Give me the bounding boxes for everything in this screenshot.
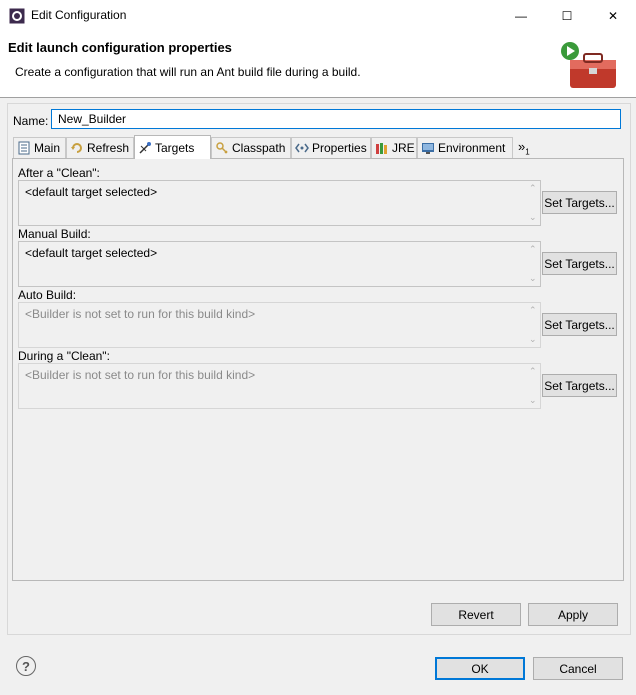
name-input[interactable] (51, 109, 621, 129)
chevron-down-icon: ⌄ (529, 334, 537, 344)
chevron-down-icon: ⌄ (529, 273, 537, 283)
auto-build-targets-value: <Builder is not set to run for this buil… (25, 307, 256, 321)
manual-build-targets-value: <default target selected> (25, 246, 158, 260)
close-window-button[interactable]: ✕ (590, 0, 636, 31)
tab-targets[interactable]: Targets (134, 135, 211, 159)
apply-button[interactable]: Apply (528, 603, 618, 626)
dialog-header-description: Create a configuration that will run an … (15, 65, 361, 79)
properties-icon (295, 143, 309, 153)
document-icon (18, 141, 30, 155)
tab-overflow-count: 1 (525, 147, 530, 157)
tab-label: Targets (155, 140, 195, 155)
tab-label: Refresh (87, 141, 130, 155)
chevron-down-icon: ⌄ (529, 395, 537, 405)
name-label: Name: (13, 114, 49, 128)
tab-main[interactable]: Main (13, 137, 66, 158)
classpath-icon (216, 142, 228, 154)
manual-build-set-targets-button[interactable]: Set Targets... (542, 252, 617, 275)
chevron-up-icon: ⌃ (529, 183, 537, 193)
during-clean-label: During a "Clean": (18, 349, 110, 363)
window-title: Edit Configuration (31, 8, 127, 22)
ant-toolbox-icon (561, 42, 616, 88)
during-clean-set-targets-button[interactable]: Set Targets... (542, 374, 617, 397)
tab-label: Main (34, 141, 61, 155)
close-icon: ✕ (607, 8, 619, 23)
help-icon: ? (22, 658, 30, 674)
tab-environment[interactable]: Environment (417, 137, 513, 158)
auto-build-set-targets-button[interactable]: Set Targets... (542, 313, 617, 336)
scrollbar[interactable]: ⌃ ⌄ (526, 181, 540, 225)
tab-refresh[interactable]: Refresh (66, 137, 134, 158)
minimize-button[interactable]: — (498, 0, 544, 31)
eclipse-app-icon (9, 8, 25, 24)
chevron-down-icon: ⌄ (529, 212, 537, 222)
ant-targets-icon (139, 141, 151, 154)
revert-button[interactable]: Revert (431, 603, 521, 626)
minimize-icon: — (515, 8, 527, 23)
maximize-button[interactable]: ☐ (544, 0, 590, 31)
help-button[interactable]: ? (16, 656, 36, 676)
scrollbar[interactable]: ⌃ ⌄ (526, 242, 540, 286)
chevron-up-icon: ⌃ (529, 366, 537, 376)
manual-build-label: Manual Build: (18, 227, 91, 241)
after-clean-label: After a "Clean": (18, 166, 100, 180)
after-clean-set-targets-button[interactable]: Set Targets... (542, 191, 617, 214)
chevron-up-icon: ⌃ (529, 244, 537, 254)
tab-overflow-chevron[interactable]: »1 (518, 139, 530, 157)
tab-classpath[interactable]: Classpath (211, 137, 291, 158)
chevron-up-icon: ⌃ (529, 305, 537, 315)
maximize-icon: ☐ (561, 8, 573, 23)
auto-build-targets-field: <Builder is not set to run for this buil… (18, 302, 541, 348)
manual-build-targets-field[interactable]: <default target selected> ⌃ ⌄ (18, 241, 541, 287)
tab-label: Environment (438, 141, 506, 155)
scrollbar: ⌃ ⌄ (526, 364, 540, 408)
during-clean-targets-field: <Builder is not set to run for this buil… (18, 363, 541, 409)
dialog-header-title: Edit launch configuration properties (8, 40, 232, 55)
ok-button[interactable]: OK (435, 657, 525, 680)
cancel-button[interactable]: Cancel (533, 657, 623, 680)
after-clean-targets-field[interactable]: <default target selected> ⌃ ⌄ (18, 180, 541, 226)
tab-properties[interactable]: Properties (291, 137, 371, 158)
tab-label: Classpath (232, 141, 286, 155)
library-books-icon (376, 143, 387, 154)
auto-build-label: Auto Build: (18, 288, 77, 302)
environment-icon (422, 143, 434, 154)
during-clean-targets-value: <Builder is not set to run for this buil… (25, 368, 256, 382)
refresh-icon (71, 143, 82, 153)
tab-label: Properties (312, 141, 367, 155)
scrollbar: ⌃ ⌄ (526, 303, 540, 347)
after-clean-targets-value: <default target selected> (25, 185, 158, 199)
tab-label: JRE (392, 141, 415, 155)
tab-jre[interactable]: JRE (371, 137, 417, 158)
